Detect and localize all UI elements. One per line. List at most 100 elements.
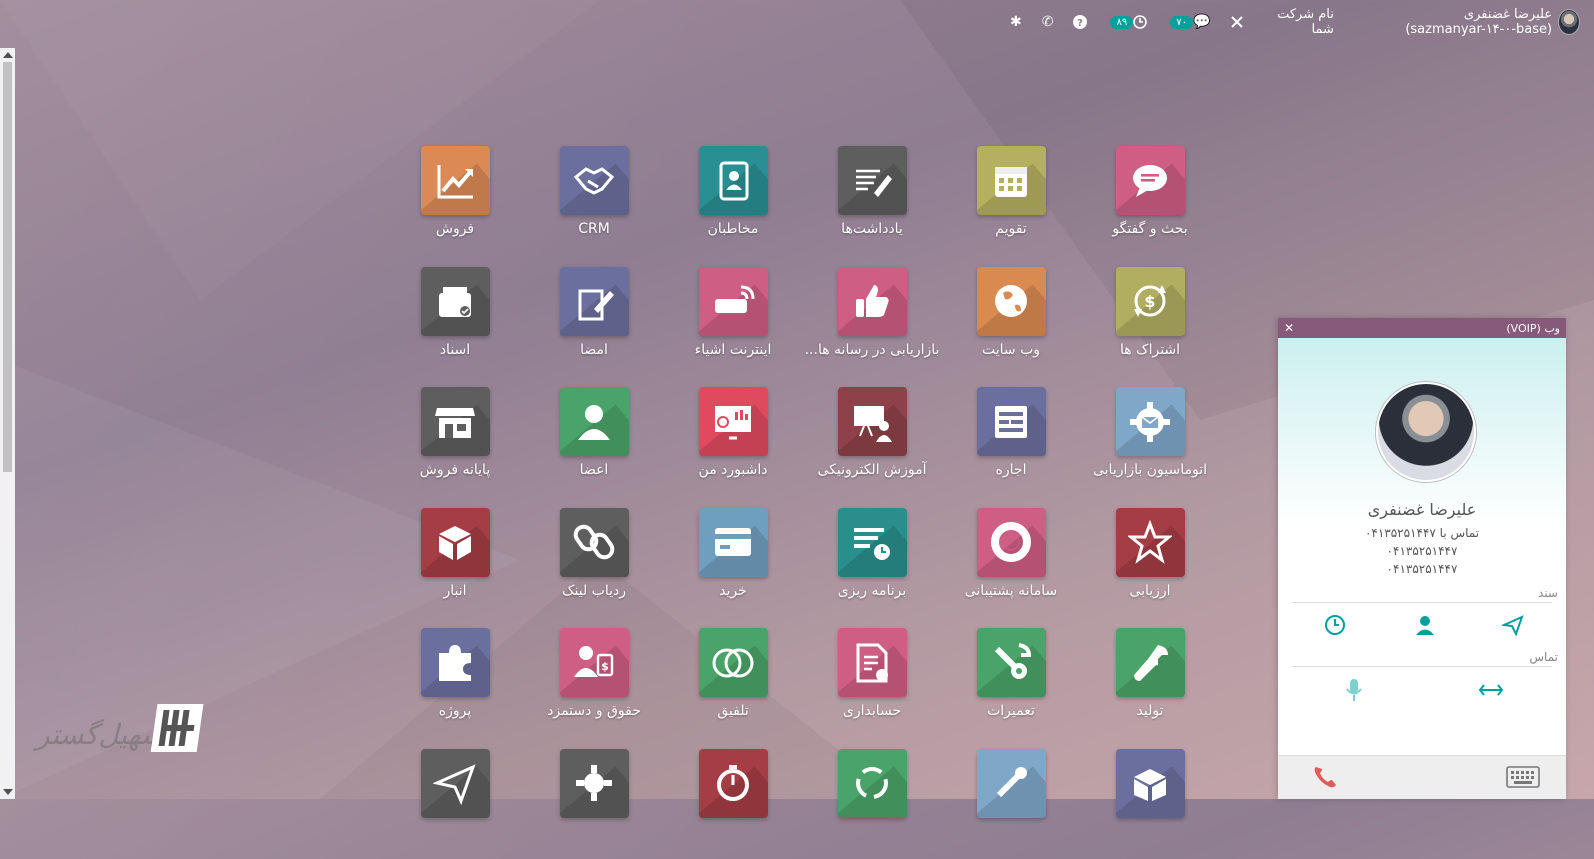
settings-tools-button[interactable] (1220, 0, 1254, 44)
app-recycle[interactable] (797, 748, 947, 859)
app-star[interactable]: ارزیابی (1075, 507, 1225, 618)
voip-panel: وب (VOIP) ✕ علیرضا غضنفری تماس با ۰۴۱۳۵۲… (1278, 318, 1566, 799)
activities-button[interactable]: ۸۹ (1097, 0, 1157, 44)
app-tile[interactable] (976, 387, 1046, 456)
app-accounting[interactable]: حسابداری (797, 628, 947, 738)
app-globe[interactable]: وب سایت (936, 266, 1086, 377)
app-tile[interactable] (1115, 628, 1185, 697)
app-link[interactable]: ردیاب لینک (519, 507, 669, 618)
tools-icon (996, 767, 1027, 798)
lifebuoy-icon (991, 522, 1031, 562)
app-chat-bubble[interactable]: بحث و گفتگو (1075, 146, 1225, 256)
app-tile[interactable]: $ (1115, 266, 1185, 336)
app-tile[interactable] (837, 146, 907, 215)
user-menu[interactable]: علیرضا غضنفری (sazmanyar-۱۴-۰-base) (1344, 0, 1594, 44)
app-tile[interactable]: $ (559, 628, 629, 697)
app-tile[interactable] (837, 266, 907, 336)
app-tile[interactable] (420, 146, 490, 215)
app-tile[interactable] (420, 387, 490, 456)
app-tile[interactable] (698, 387, 768, 456)
app-rental[interactable]: اجاره (936, 387, 1086, 497)
app-tile[interactable] (1115, 507, 1185, 577)
chat-icon: 💬 (1192, 14, 1211, 30)
app-wrench[interactable]: تولید (1075, 628, 1225, 738)
app-tile[interactable] (837, 507, 907, 577)
company-switcher[interactable]: نام شرکت شما (1254, 0, 1343, 44)
bug-icon: ✱ (1010, 14, 1022, 30)
app-tile[interactable] (698, 748, 768, 818)
help-button[interactable]: ? (1063, 0, 1097, 44)
debug-button[interactable]: ✱ (0, 0, 1032, 44)
app-elearning[interactable]: آموزش الکترونیکی (797, 387, 947, 497)
messages-button[interactable]: 💬 ۷۰ (1157, 0, 1220, 44)
app-tile[interactable] (698, 507, 768, 577)
app-gear[interactable] (519, 748, 669, 859)
app-tile[interactable] (976, 266, 1046, 336)
app-subscription[interactable]: $ اشتراک ها (1075, 266, 1225, 377)
keypad-icon[interactable] (1506, 766, 1540, 788)
page-scrollbar[interactable] (0, 48, 15, 799)
app-tile[interactable] (559, 387, 629, 456)
contact-person-icon[interactable] (1414, 614, 1436, 636)
app-contacts[interactable]: مخاطبان (658, 146, 808, 256)
app-tile[interactable] (976, 628, 1046, 697)
app-tile[interactable] (420, 507, 490, 577)
app-box-open[interactable] (1075, 748, 1225, 859)
app-tile[interactable] (1115, 387, 1185, 456)
phone-button[interactable]: ✆ (1032, 0, 1064, 44)
app-puzzle[interactable]: پروژه (380, 628, 530, 738)
app-dashboard[interactable]: داشبورد من (658, 387, 808, 497)
app-gear-mail[interactable]: اتوماسیون بازاریابی (1075, 387, 1225, 497)
scroll-down-arrow[interactable] (3, 789, 13, 795)
app-box[interactable]: انبار (380, 507, 530, 618)
app-tile[interactable] (559, 146, 629, 215)
app-tile[interactable] (420, 628, 490, 697)
app-notes[interactable]: یادداشت‌ها (797, 146, 947, 256)
app-tile[interactable] (837, 748, 907, 818)
app-planning[interactable]: برنامه ریزی (797, 507, 947, 618)
scroll-thumb[interactable] (3, 62, 12, 472)
app-tile[interactable] (698, 266, 768, 336)
app-documents[interactable]: اسناد (380, 266, 530, 377)
app-tools[interactable] (936, 748, 1086, 859)
app-tile[interactable] (976, 748, 1046, 818)
app-sign[interactable]: امضا (519, 266, 669, 377)
transfer-icon[interactable] (1478, 680, 1504, 700)
app-member[interactable]: اعضا (519, 387, 669, 497)
app-tile[interactable] (559, 266, 629, 336)
app-tile[interactable] (698, 146, 768, 215)
app-tile[interactable] (420, 266, 490, 336)
voip-close-icon[interactable]: ✕ (1284, 321, 1294, 335)
app-label: تقویم (995, 221, 1027, 237)
app-consolidation[interactable]: تلفیق (658, 628, 808, 738)
app-repair[interactable]: تعمیرات (936, 628, 1086, 738)
send-icon[interactable] (1502, 614, 1524, 636)
microphone-icon[interactable] (1346, 678, 1362, 702)
app-stopwatch[interactable] (658, 748, 808, 859)
app-tile[interactable] (976, 146, 1046, 215)
voip-header[interactable]: وب (VOIP) ✕ (1278, 318, 1566, 338)
app-tile[interactable] (698, 628, 768, 697)
app-tile[interactable] (559, 748, 629, 818)
app-tile[interactable] (559, 507, 629, 577)
app-iot[interactable]: اینترنت اشیاء (658, 266, 808, 377)
app-tile[interactable] (420, 748, 490, 818)
schedule-clock-icon[interactable] (1324, 614, 1346, 636)
phone-icon: ✆ (1041, 14, 1054, 30)
app-thumbs-up[interactable]: بازاریابی در رسانه ها... (797, 266, 947, 377)
app-tile[interactable] (1115, 748, 1185, 818)
app-card[interactable]: خرید (658, 507, 808, 618)
app-tile[interactable] (976, 507, 1046, 577)
scroll-up-arrow[interactable] (3, 52, 13, 58)
app-tile[interactable] (1115, 146, 1185, 215)
app-shop[interactable]: پایانه فروش (380, 387, 530, 497)
app-sales-chart[interactable]: فروش (380, 146, 530, 256)
app-handshake[interactable]: CRM (519, 146, 669, 256)
app-send[interactable] (380, 748, 530, 859)
app-lifebuoy[interactable]: سامانه پشتیبانی (936, 507, 1086, 618)
app-calendar[interactable]: تقویم (936, 146, 1086, 256)
app-payroll[interactable]: $ حقوق و دستمزد (519, 628, 669, 738)
call-phone-icon[interactable] (1312, 764, 1340, 790)
app-tile[interactable] (837, 628, 907, 697)
app-tile[interactable] (837, 387, 907, 456)
